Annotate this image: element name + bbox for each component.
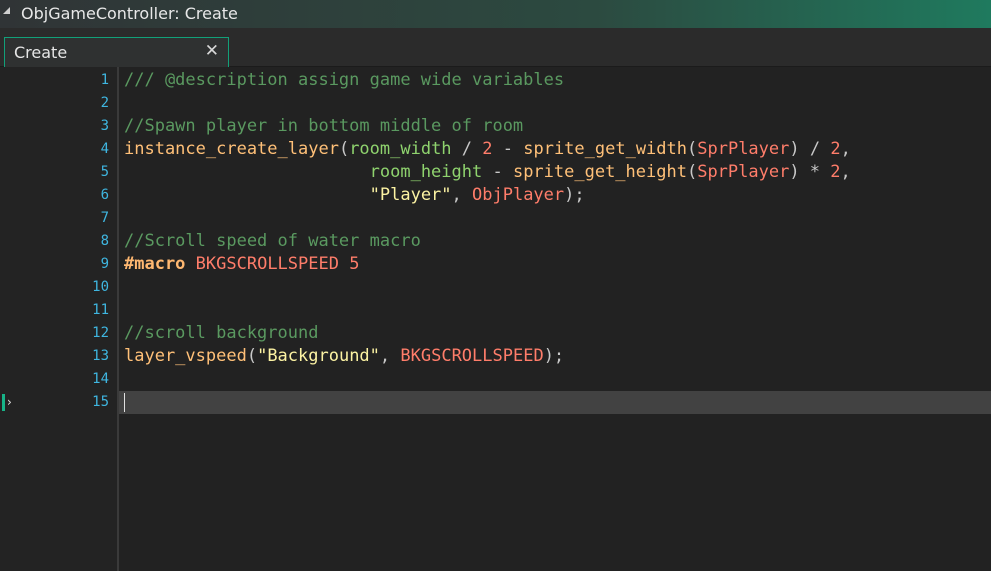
current-line-marker-bar: [2, 394, 5, 411]
code-token-op: ) /: [789, 139, 831, 159]
current-line-highlight: [119, 391, 991, 414]
line-number[interactable]: 2: [69, 92, 109, 115]
code-token-num: 2: [830, 139, 841, 159]
code-line[interactable]: //Scroll speed of water macro: [124, 230, 421, 253]
code-token-op: [339, 254, 349, 274]
code-token-op: );: [543, 346, 565, 366]
code-token-macro: BKGSCROLLSPEED: [195, 254, 339, 274]
line-number[interactable]: 4: [69, 138, 109, 161]
code-token-op: ,: [840, 162, 851, 182]
code-token-num: 2: [830, 162, 841, 182]
line-number-gutter[interactable]: › 1 2 3 4 5 6 7 8 9 10 11 12 13 14 15: [0, 67, 119, 571]
tab-label: Create: [14, 43, 68, 62]
code-token-num: 5: [349, 254, 360, 274]
code-token-func: sprite_get_height: [512, 162, 687, 182]
code-token-op: (: [246, 346, 258, 366]
code-line[interactable]: #macro BKGSCROLLSPEED 5: [124, 253, 359, 276]
code-token-op: ,: [379, 346, 401, 366]
code-token-op: -: [482, 162, 513, 182]
code-token-op: ) *: [789, 162, 831, 182]
line-number[interactable]: 14: [69, 368, 109, 391]
code-token-string: "Player": [369, 185, 452, 205]
line-number[interactable]: 15: [69, 391, 109, 414]
line-number[interactable]: 8: [69, 230, 109, 253]
line-number[interactable]: 11: [69, 299, 109, 322]
line-number[interactable]: 9: [69, 253, 109, 276]
code-token-op: );: [564, 185, 585, 205]
code-line[interactable]: layer_vspeed("Background", BKGSCROLLSPEE…: [124, 345, 564, 368]
code-token-comment: //Spawn player in bottom middle of room: [124, 116, 524, 136]
code-token-func: sprite_get_width: [523, 139, 687, 159]
text-caret: [124, 393, 125, 412]
line-number[interactable]: 10: [69, 276, 109, 299]
code-token-op: ,: [451, 185, 473, 205]
code-token-builtin: room_width: [349, 139, 452, 159]
code-token-string: "Background": [257, 346, 380, 366]
code-token-op: (: [687, 139, 698, 159]
code-line[interactable]: instance_create_layer(room_width / 2 - s…: [124, 138, 851, 161]
line-number[interactable]: 3: [69, 115, 109, 138]
line-number[interactable]: 1: [69, 69, 109, 92]
code-line[interactable]: //scroll background: [124, 322, 318, 345]
current-line-arrow-icon: ›: [7, 395, 12, 409]
code-token-builtin: room_height: [369, 162, 483, 182]
tab-strip: Create ✕: [0, 28, 991, 67]
code-line[interactable]: "Player", ObjPlayer);: [124, 184, 585, 207]
code-token-asset: SprPlayer: [697, 162, 790, 182]
tab-create[interactable]: Create ✕: [4, 37, 229, 67]
code-token-op: /: [451, 139, 483, 159]
code-line[interactable]: room_height - sprite_get_height(SprPlaye…: [124, 161, 851, 184]
code-editor[interactable]: › 1 2 3 4 5 6 7 8 9 10 11 12 13 14 15 /// @description …: [0, 67, 991, 571]
code-token-asset: ObjPlayer: [472, 185, 565, 205]
code-token-comment: //Scroll speed of water macro: [124, 231, 421, 251]
close-icon[interactable]: ✕: [205, 41, 219, 61]
line-number[interactable]: 6: [69, 184, 109, 207]
code-token-macro: BKGSCROLLSPEED: [400, 346, 544, 366]
line-number[interactable]: 13: [69, 345, 109, 368]
code-token-asset: SprPlayer: [697, 139, 790, 159]
code-token-func: instance_create_layer: [124, 139, 339, 159]
code-token-op: [124, 162, 370, 182]
code-token-comment: //scroll background: [124, 323, 319, 343]
collapse-triangle-icon[interactable]: [3, 7, 10, 14]
code-text-area[interactable]: /// @description assign game wide variab…: [119, 67, 991, 571]
code-token-op: [185, 254, 195, 274]
code-token-num: 2: [482, 139, 493, 159]
code-token-op: [124, 185, 370, 205]
window-titlebar[interactable]: ObjGameController: Create: [0, 0, 991, 28]
code-token-op: (: [338, 139, 350, 159]
code-token-comment: /// @description assign game wide variab…: [124, 70, 565, 90]
line-number[interactable]: 7: [69, 207, 109, 230]
code-token-op: ,: [840, 139, 851, 159]
code-token-func: layer_vspeed: [124, 346, 247, 366]
code-token-op: (: [686, 162, 698, 182]
code-line[interactable]: //Spawn player in bottom middle of room: [124, 115, 523, 138]
code-line[interactable]: /// @description assign game wide variab…: [124, 69, 564, 92]
line-number[interactable]: 5: [69, 161, 109, 184]
code-token-macrokw: #macro: [124, 254, 186, 274]
line-number[interactable]: 12: [69, 322, 109, 345]
window-title: ObjGameController: Create: [21, 4, 238, 23]
code-token-op: -: [492, 139, 524, 159]
